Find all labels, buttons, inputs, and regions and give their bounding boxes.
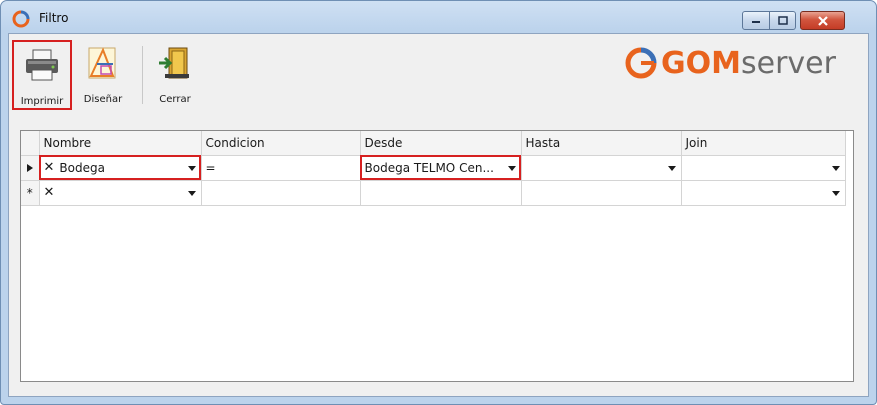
chevron-down-icon[interactable]: [187, 190, 196, 196]
row-indicator-header: [21, 131, 40, 156]
close-label: Cerrar: [159, 94, 191, 105]
design-label: Diseñar: [83, 94, 123, 105]
join-cell[interactable]: [681, 180, 846, 206]
column-header-nombre[interactable]: Nombre: [39, 131, 202, 156]
design-button[interactable]: Diseñar: [73, 40, 133, 110]
new-row-indicator: *: [21, 180, 40, 206]
logo-server: server: [740, 46, 836, 81]
chevron-down-icon[interactable]: [667, 165, 676, 171]
logo-wordmark: GOMserver: [661, 49, 836, 79]
desde-cell[interactable]: [360, 180, 522, 206]
condicion-cell[interactable]: =: [201, 155, 361, 181]
condicion-cell[interactable]: [201, 180, 361, 206]
desde-cell[interactable]: Bodega TELMO Cen...: [360, 155, 522, 181]
column-header-condicion[interactable]: Condicion: [201, 131, 361, 156]
column-header-hasta[interactable]: Hasta: [521, 131, 682, 156]
join-cell[interactable]: [681, 155, 846, 181]
chevron-down-icon[interactable]: [187, 165, 196, 171]
chevron-down-icon[interactable]: [831, 190, 840, 196]
client-area: Imprimir Diseñar Cerrar GOMserver Nombre…: [8, 33, 869, 397]
toolbar: Imprimir Diseñar Cerrar GOMserver: [9, 34, 868, 116]
nombre-cell[interactable]: ✕: [39, 180, 202, 206]
close-button[interactable]: Cerrar: [145, 40, 205, 110]
nombre-cell[interactable]: ✕ Bodega: [39, 155, 202, 181]
exit-door-icon: [159, 47, 189, 79]
toolbar-separator: [142, 46, 143, 104]
title-bar: Filtro: [1, 1, 876, 33]
table-row[interactable]: ✕ Bodega = Bodega TELMO Cen...: [21, 155, 846, 181]
remove-filter-icon[interactable]: ✕: [44, 185, 55, 200]
new-row[interactable]: * ✕: [21, 180, 846, 206]
maximize-icon: [777, 16, 788, 25]
print-label: Imprimir: [20, 96, 64, 107]
gomserver-logo-icon: [625, 47, 657, 79]
maximize-button[interactable]: [769, 11, 796, 30]
header-row: Nombre Condicion Desde Hasta Join: [21, 131, 846, 156]
filter-table: Nombre Condicion Desde Hasta Join ✕ Bode…: [21, 131, 846, 206]
condicion-value: =: [205, 160, 216, 175]
minimize-icon: [752, 20, 760, 23]
column-header-join[interactable]: Join: [681, 131, 846, 156]
close-window-button[interactable]: [800, 11, 845, 30]
hasta-cell[interactable]: [521, 180, 682, 206]
row-pointer-icon: [26, 163, 33, 172]
printer-icon: [26, 49, 58, 81]
nombre-value: Bodega: [59, 160, 105, 175]
design-icon: [88, 47, 116, 79]
chevron-down-icon[interactable]: [831, 165, 840, 171]
column-header-desde[interactable]: Desde: [360, 131, 522, 156]
window-title: Filtro: [39, 11, 69, 25]
minimize-button[interactable]: [742, 11, 770, 30]
gomserver-logo: GOMserver: [621, 46, 836, 82]
desde-value: Bodega TELMO Cen...: [364, 160, 494, 175]
app-logo-icon: [12, 10, 30, 28]
logo-gom: GOM: [661, 46, 741, 81]
print-button[interactable]: Imprimir: [12, 40, 72, 110]
current-row-indicator: [21, 155, 40, 181]
remove-filter-icon[interactable]: ✕: [44, 160, 55, 175]
hasta-cell[interactable]: [521, 155, 682, 181]
filter-window: Filtro Imprimir Diseñar Cerrar GOMserver…: [0, 0, 877, 405]
close-icon: [817, 15, 828, 26]
chevron-down-icon[interactable]: [507, 165, 516, 171]
filter-grid: Nombre Condicion Desde Hasta Join ✕ Bode…: [20, 130, 854, 382]
